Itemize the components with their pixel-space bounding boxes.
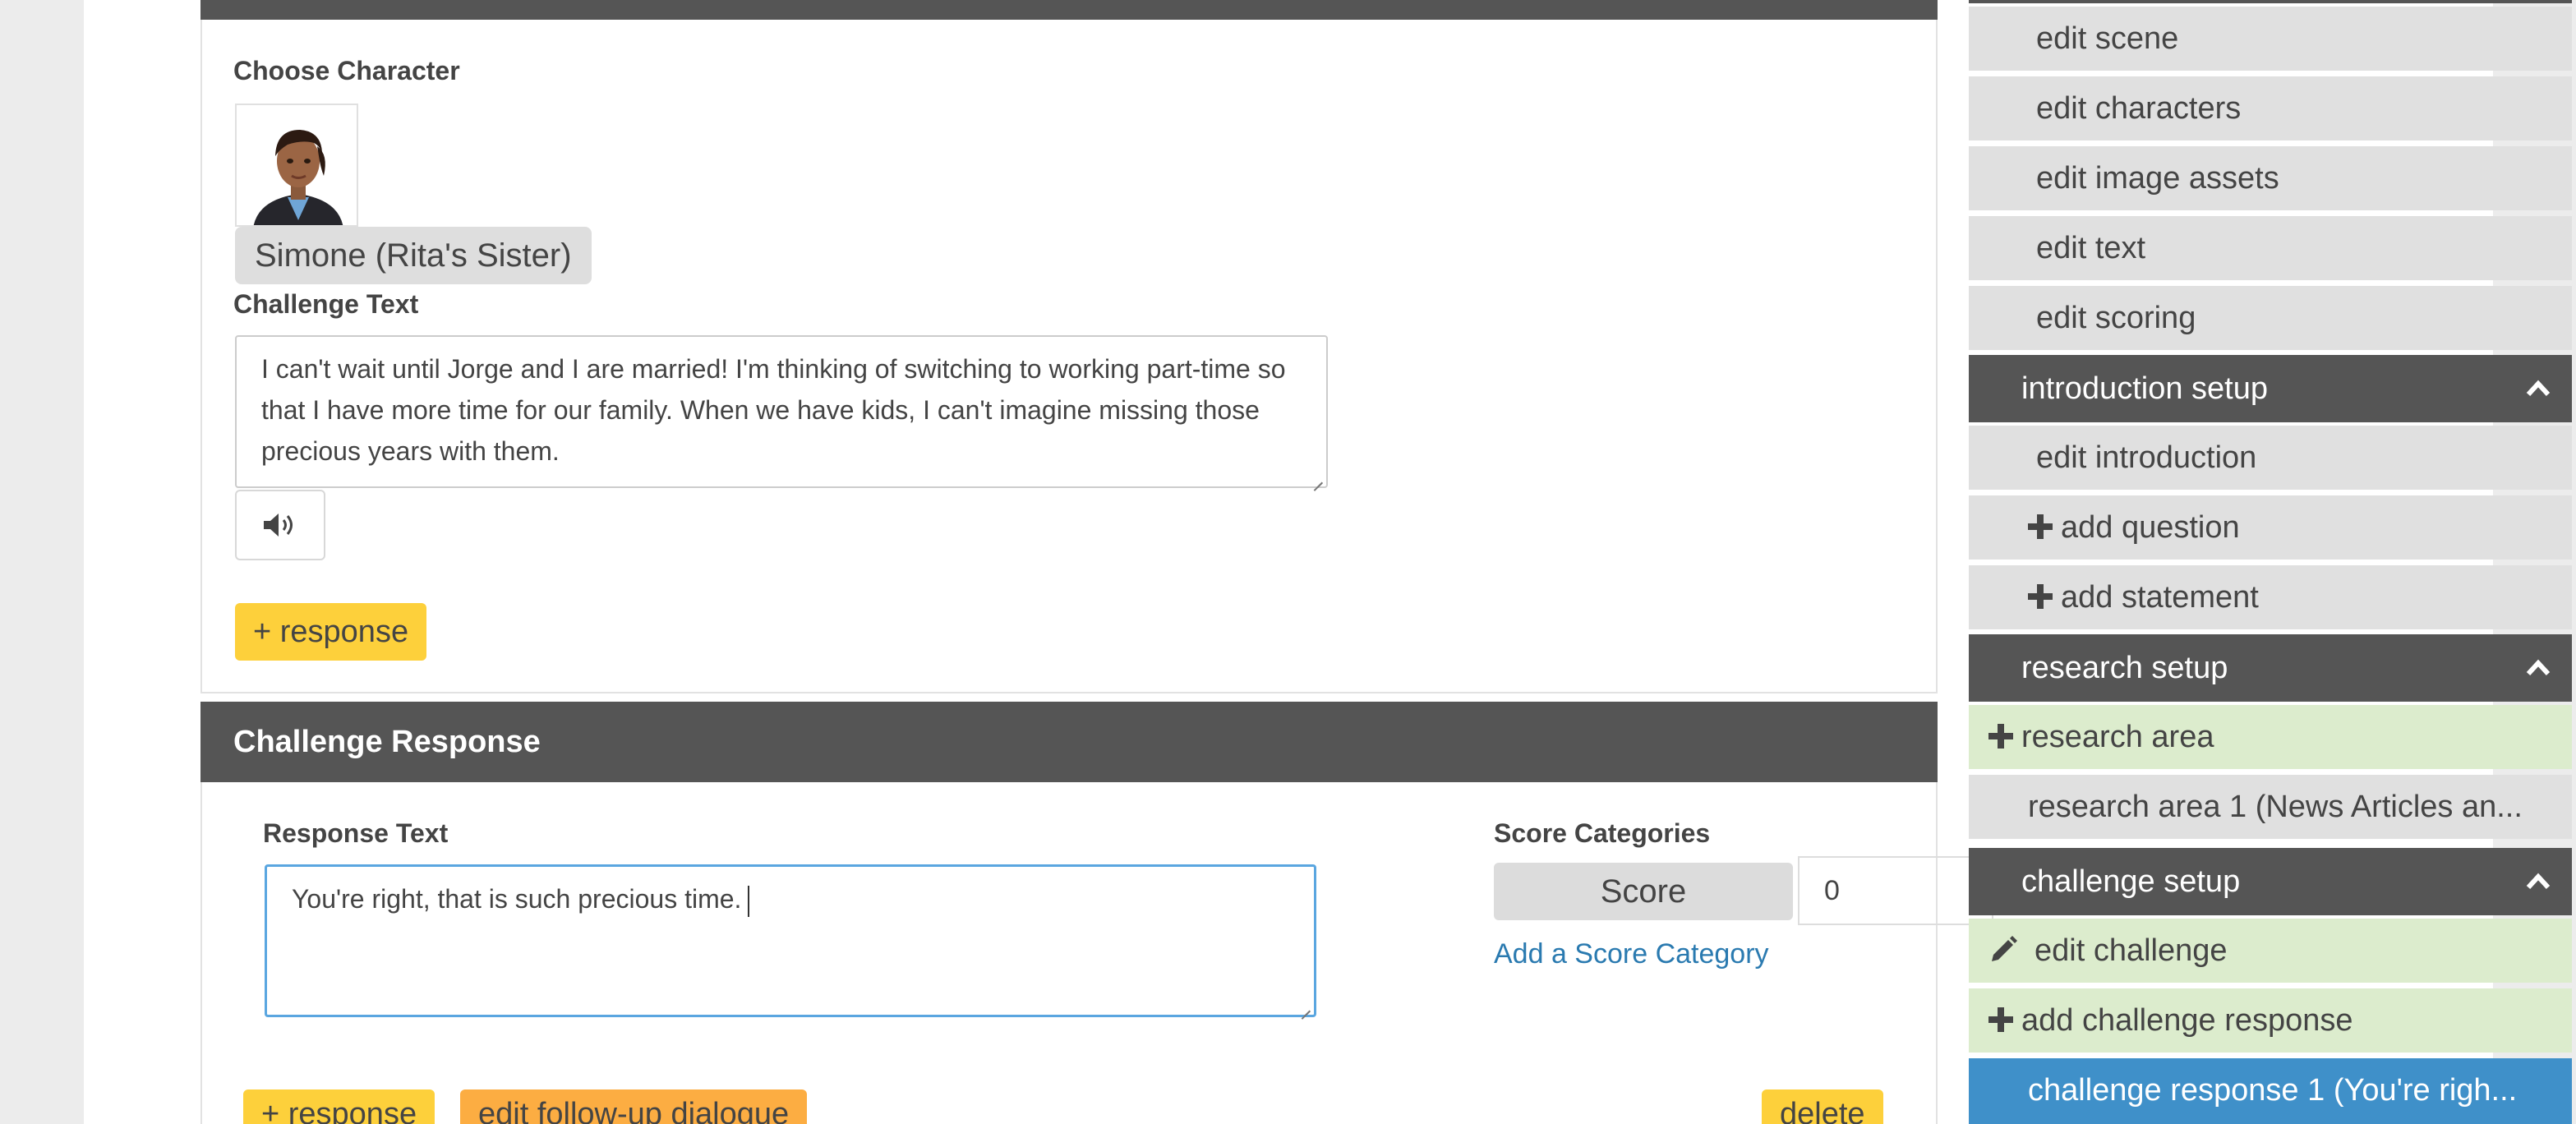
sidebar-item-edit-image-assets[interactable]: edit image assets [1969, 146, 2572, 210]
resize-handle-icon[interactable] [1311, 472, 1323, 483]
sidebar-item-edit-scene[interactable]: edit scene [1969, 7, 2572, 71]
speaker-icon [264, 514, 293, 537]
sidebar-item-edit-scoring[interactable]: edit scoring [1969, 286, 2572, 350]
challenge-text-value: I can't wait until Jorge and I are marri… [261, 354, 1286, 466]
challenge-setup-label: challenge setup [2021, 864, 2241, 899]
audio-button[interactable] [235, 490, 325, 560]
resize-handle-icon[interactable] [1299, 1000, 1311, 1011]
plus-icon [1988, 723, 2013, 749]
character-name-chip[interactable]: Simone (Rita's Sister) [235, 227, 592, 284]
sidebar-item-edit-challenge[interactable]: edit challenge [1969, 919, 2572, 983]
sidebar-top-edge [1969, 0, 2572, 3]
sidebar-item-edit-characters[interactable]: edit characters [1969, 76, 2572, 140]
challenge-panel-header [200, 0, 1938, 20]
chevron-up-icon [2526, 659, 2551, 676]
challenge-panel: Choose Character Simone (Rita's Sister) … [200, 20, 1938, 693]
add-response-button[interactable]: + response [235, 603, 427, 661]
main-column: Choose Character Simone (Rita's Sister) … [200, 0, 1993, 1124]
page-container: Choose Character Simone (Rita's Sister) … [84, 0, 2572, 1124]
response-text-value: You're right, that is such precious time… [292, 884, 742, 914]
sidebar-item-challenge-response-1[interactable]: challenge response 1 (You're righ... [1969, 1058, 2572, 1124]
challenge-setup-header[interactable]: challenge setup [1969, 848, 2572, 915]
research-setup-header[interactable]: research setup [1969, 634, 2572, 702]
sidebar-item-add-statement[interactable]: add statement [1969, 565, 2572, 629]
response-text-label: Response Text [263, 818, 449, 848]
sidebar-item-add-challenge-response[interactable]: add challenge response [1969, 988, 2572, 1053]
character-portrait-icon [253, 130, 343, 225]
introduction-setup-header[interactable]: introduction setup [1969, 355, 2572, 422]
response-text-input[interactable]: You're right, that is such precious time… [265, 864, 1316, 1017]
add-question-label: add question [2061, 510, 2240, 545]
sidebar-item-edit-introduction[interactable]: edit introduction [1969, 426, 2572, 490]
character-avatar[interactable] [235, 104, 358, 227]
add-challenge-response-label: add challenge response [2021, 1003, 2353, 1038]
score-category-chip[interactable]: Score [1494, 863, 1793, 920]
sidebar-item-add-question[interactable]: add question [1969, 495, 2572, 560]
challenge-response-header: Challenge Response [200, 702, 1938, 782]
edit-challenge-label: edit challenge [2035, 933, 2228, 968]
add-score-category-link[interactable]: Add a Score Category [1494, 938, 1769, 970]
text-cursor [748, 885, 750, 917]
sidebar: edit scene edit characters edit image as… [1969, 0, 2572, 1124]
plus-icon [1988, 1007, 2013, 1032]
edit-followup-dialogue-button[interactable]: edit follow-up dialogue [460, 1089, 808, 1124]
research-setup-label: research setup [2021, 651, 2228, 685]
challenge-text-label: Challenge Text [233, 289, 419, 319]
pencil-icon [1992, 935, 2017, 961]
add-response-button-2[interactable]: + response [243, 1089, 435, 1124]
introduction-setup-label: introduction setup [2021, 371, 2268, 406]
plus-icon [2028, 583, 2053, 609]
score-value-input[interactable]: 0 [1798, 856, 1993, 925]
delete-button[interactable]: delete [1762, 1089, 1883, 1124]
plus-icon [2028, 514, 2053, 539]
add-statement-label: add statement [2061, 580, 2259, 615]
research-area-label: research area [2021, 720, 2214, 754]
chevron-up-icon [2526, 380, 2551, 397]
score-categories-label: Score Categories [1494, 818, 1711, 848]
challenge-text-input[interactable]: I can't wait until Jorge and I are marri… [235, 335, 1328, 488]
chevron-up-icon [2526, 873, 2551, 890]
sidebar-item-edit-text[interactable]: edit text [1969, 216, 2572, 280]
choose-character-label: Choose Character [233, 56, 460, 85]
sidebar-item-research-area-1[interactable]: research area 1 (News Articles an... [1969, 775, 2572, 839]
sidebar-item-add-research-area[interactable]: research area [1969, 705, 2572, 769]
